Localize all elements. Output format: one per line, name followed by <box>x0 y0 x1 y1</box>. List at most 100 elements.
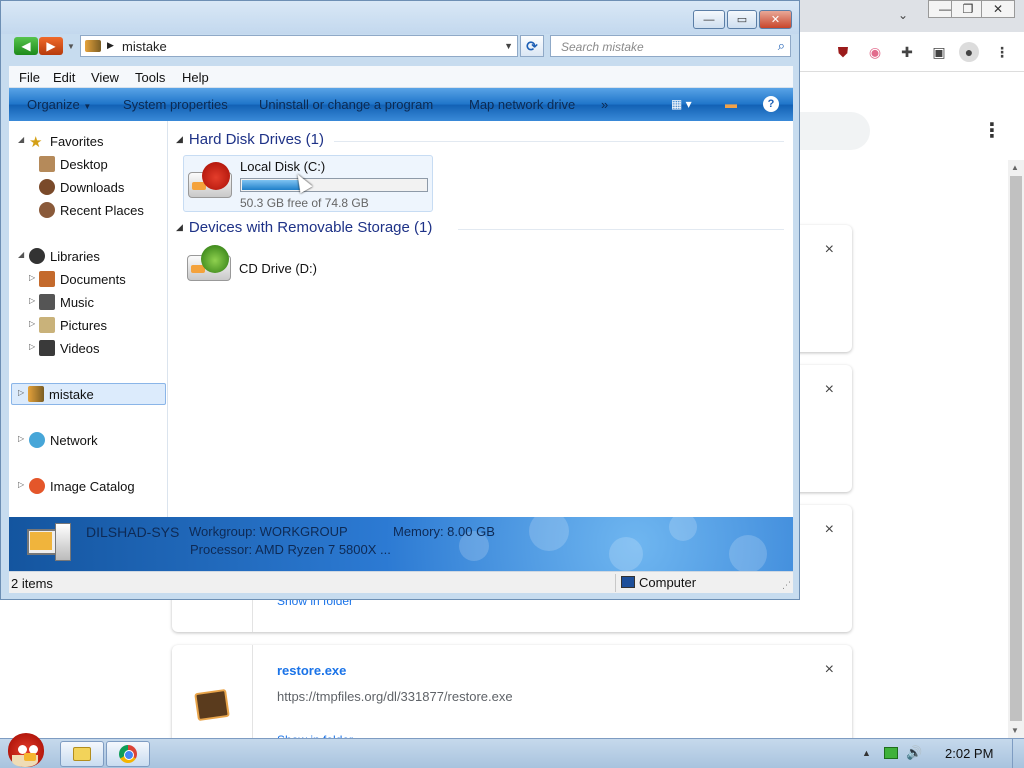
item-count: 2 items <box>11 576 53 591</box>
preview-pane-icon[interactable]: ▬ <box>725 97 737 111</box>
group-header-removable[interactable]: ◢ Devices with Removable Storage (1) <box>176 219 432 239</box>
show-desktop-button[interactable] <box>1012 739 1024 768</box>
menu-view[interactable]: View <box>91 70 119 85</box>
angry-bird-beak <box>24 753 36 761</box>
tree-item-documents[interactable]: ▷ Documents <box>9 268 168 290</box>
expand-icon[interactable]: ▷ <box>29 342 35 351</box>
expand-icon[interactable]: ▷ <box>18 434 24 443</box>
search-placeholder: Search mistake <box>561 40 644 54</box>
taskbar-chrome-button[interactable] <box>106 741 150 767</box>
resize-grip-icon[interactable]: ⋰ <box>782 580 791 591</box>
recent-pages-chevron-icon[interactable]: ▼ <box>67 42 75 51</box>
address-path[interactable]: mistake <box>122 39 167 54</box>
scrollbar-thumb[interactable] <box>1010 176 1022 721</box>
expand-icon[interactable]: ▷ <box>29 273 35 282</box>
tree-item-mistake[interactable]: ▷ mistake <box>11 383 166 405</box>
details-pane: DILSHAD-SYS Workgroup: WORKGROUP Memory:… <box>9 517 793 571</box>
start-button[interactable] <box>4 731 48 768</box>
tree-item-label: Videos <box>60 341 100 356</box>
folder-icon <box>73 747 91 761</box>
chrome-menu-icon[interactable]: ⋮ <box>992 42 1012 62</box>
tree-item-favorites[interactable]: ◢ ★ Favorites <box>9 130 168 152</box>
tree-item-network[interactable]: ▷ Network <box>9 429 168 451</box>
more-commands-button[interactable]: » <box>601 97 608 112</box>
menu-edit[interactable]: Edit <box>53 70 75 85</box>
network-tray-icon[interactable] <box>884 747 898 759</box>
close-button[interactable]: ✕ <box>759 10 792 29</box>
extension-icon[interactable]: ◉ <box>865 42 885 62</box>
music-icon <box>39 294 55 310</box>
drive-cd-d[interactable]: CD Drive (D:) <box>183 243 433 287</box>
downloads-search-box[interactable] <box>800 112 870 150</box>
address-bar[interactable]: ▶ mistake ▼ <box>80 35 518 57</box>
maximize-button[interactable]: ▭ <box>727 10 757 29</box>
download-url: https://tmpfiles.org/dl/331877/restore.e… <box>277 689 513 704</box>
tree-item-videos[interactable]: ▷ Videos <box>9 337 168 359</box>
address-dropdown-icon[interactable]: ▼ <box>504 41 513 51</box>
scroll-down-icon[interactable]: ▼ <box>1011 726 1019 735</box>
tree-item-pictures[interactable]: ▷ Pictures <box>9 314 168 336</box>
ublock-extension-icon[interactable]: ⛊ <box>833 42 853 62</box>
remove-download-button[interactable]: × <box>825 661 834 679</box>
profile-avatar-icon[interactable]: ● <box>959 42 979 62</box>
collapse-icon[interactable]: ◢ <box>18 250 24 259</box>
show-hidden-icons-icon[interactable]: ▲ <box>862 748 871 758</box>
change-view-icon[interactable]: ▦ ▾ <box>671 97 692 111</box>
volume-tray-icon[interactable]: 🔊 <box>906 745 922 761</box>
tree-item-image-catalog[interactable]: ▷ Image Catalog <box>9 475 168 497</box>
back-button[interactable]: ◀ <box>14 37 38 55</box>
remove-download-button[interactable]: × <box>825 241 834 259</box>
decor-bubble <box>669 517 697 541</box>
search-input[interactable]: Search mistake ⌕ <box>550 35 791 57</box>
expand-icon[interactable]: ▷ <box>18 480 24 489</box>
breadcrumb-arrow-icon[interactable]: ▶ <box>107 40 114 51</box>
system-properties-button[interactable]: System properties <box>123 97 228 112</box>
extensions-puzzle-icon[interactable]: ✚ <box>897 42 917 62</box>
command-bar: Organize ▼ System properties Uninstall o… <box>9 88 793 121</box>
collapse-group-icon[interactable]: ◢ <box>176 134 183 144</box>
page-scrollbar[interactable]: ▲ ▼ <box>1008 160 1024 738</box>
uninstall-program-button[interactable]: Uninstall or change a program <box>259 97 433 112</box>
menu-file[interactable]: File <box>19 70 40 85</box>
navigation-pane: ◢ ★ Favorites Desktop Downloads Recent P… <box>9 121 168 517</box>
taskbar-explorer-button[interactable] <box>60 741 104 767</box>
tree-item-downloads[interactable]: Downloads <box>9 176 168 198</box>
taskbar: ▲ 🔊 2:02 PM <box>0 733 1024 768</box>
remove-download-button[interactable]: × <box>825 521 834 539</box>
clock[interactable]: 2:02 PM <box>945 746 993 761</box>
minimize-button[interactable]: — <box>693 10 725 29</box>
menu-help[interactable]: Help <box>182 70 209 85</box>
refresh-button[interactable]: ⟳ <box>520 35 544 57</box>
chrome-restore-button[interactable]: ❐ <box>951 0 985 18</box>
tree-item-recent-places[interactable]: Recent Places <box>9 199 168 221</box>
tree-item-label: Network <box>50 433 98 448</box>
tree-item-libraries[interactable]: ◢ Libraries <box>9 245 168 267</box>
tree-item-label: mistake <box>49 387 94 402</box>
scroll-up-icon[interactable]: ▲ <box>1011 163 1019 172</box>
collapse-group-icon[interactable]: ◢ <box>176 222 183 232</box>
chrome-close-button[interactable]: ✕ <box>981 0 1015 18</box>
group-header-hard-disks[interactable]: ◢ Hard Disk Drives (1) <box>176 131 324 151</box>
help-icon[interactable]: ? <box>763 96 779 112</box>
forward-button[interactable]: ▶ <box>39 37 63 55</box>
cd-drive-icon <box>187 245 231 281</box>
remove-download-button[interactable]: × <box>825 381 834 399</box>
expand-icon[interactable]: ▷ <box>18 388 24 397</box>
download-filename-link[interactable]: restore.exe <box>277 663 346 678</box>
map-network-drive-button[interactable]: Map network drive <box>469 97 575 112</box>
explorer-titlebar[interactable] <box>1 1 799 34</box>
tree-item-music[interactable]: ▷ Music <box>9 291 168 313</box>
collapse-icon[interactable]: ◢ <box>18 135 24 144</box>
side-panel-icon[interactable]: ▣ <box>929 42 949 62</box>
menu-tools[interactable]: Tools <box>135 70 165 85</box>
search-icon[interactable]: ⌕ <box>778 38 785 54</box>
status-location: Computer <box>621 575 696 590</box>
downloads-menu-icon[interactable]: ⋮ <box>982 121 1002 141</box>
computer-location-icon <box>85 40 101 52</box>
expand-icon[interactable]: ▷ <box>29 319 35 328</box>
expand-icon[interactable]: ▷ <box>29 296 35 305</box>
monitor-screen <box>30 532 52 550</box>
organize-button[interactable]: Organize ▼ <box>27 97 91 112</box>
tree-item-desktop[interactable]: Desktop <box>9 153 168 175</box>
tab-search-chevron-icon[interactable]: ⌄ <box>898 8 912 22</box>
